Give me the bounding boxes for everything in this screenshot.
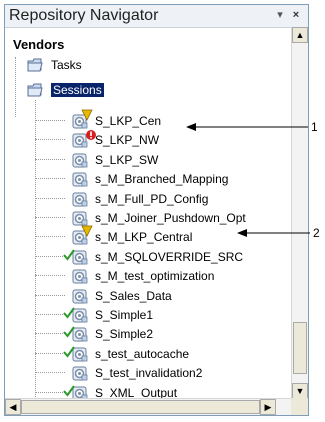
warning-icon <box>81 109 93 121</box>
scroll-up-button[interactable]: ▲ <box>292 27 308 43</box>
panel-close-icon[interactable]: × <box>290 9 302 21</box>
tree-root-vendors[interactable]: Vendors <box>13 37 64 52</box>
tree-connector-dots <box>35 391 65 393</box>
tree-connector-dots <box>35 139 65 141</box>
horizontal-scrollbar[interactable]: ◀ ▶ <box>5 398 292 415</box>
session-label: S_LKP_NW <box>95 133 160 148</box>
session-label: s_M_Full_PD_Config <box>95 191 209 206</box>
tree-connector-dots <box>35 120 65 121</box>
session-label: s_M_Branched_Mapping <box>95 172 229 187</box>
tree-connector-dots <box>35 275 65 277</box>
panel-title: Repository Navigator <box>9 7 159 24</box>
panel-menu-dropdown-icon[interactable]: ▾ <box>274 9 286 21</box>
folder-label-sessions: Sessions <box>51 83 104 97</box>
scroll-down-button[interactable]: ▼ <box>292 383 308 399</box>
tree-connector-dots <box>35 352 65 354</box>
valid-check-icon <box>63 307 75 319</box>
scrollbar-corner <box>291 398 308 415</box>
repository-navigator-panel: Repository Navigator ▾ × Vendors Tasks S… <box>4 4 309 416</box>
session-icon <box>72 192 88 207</box>
sessions-connector <box>35 100 36 399</box>
valid-check-icon <box>63 385 75 397</box>
session-icon <box>72 153 88 168</box>
session-label: s_M_Joiner_Pushdown_Opt <box>95 211 246 225</box>
session-label: S_XML_Output <box>95 385 178 399</box>
session-label: S_Simple1 <box>95 308 154 322</box>
panel-titlebar: Repository Navigator ▾ × <box>5 5 308 28</box>
folder-icon <box>27 58 43 72</box>
scroll-right-button[interactable]: ▶ <box>260 399 276 415</box>
tree-connector <box>15 57 16 117</box>
session-icon <box>72 366 88 381</box>
valid-check-icon <box>63 346 75 358</box>
session-label: s_M_SQLOVERRIDE_SRC <box>95 249 244 264</box>
callout-1-label: 1 <box>311 120 318 134</box>
tree-connector-dots <box>35 236 65 238</box>
session-icon <box>72 289 88 304</box>
session-label: s_test_autocache <box>95 346 190 361</box>
scroll-left-button[interactable]: ◀ <box>5 399 21 415</box>
session-label: S_test_invalidation2 <box>95 366 203 381</box>
folder-open-icon <box>27 83 43 97</box>
tree-connector-dots <box>35 333 65 335</box>
valid-check-icon <box>63 326 75 338</box>
repository-tree: Vendors Tasks Sessions S_LKP_Cen S_LKP_NW… <box>5 27 292 399</box>
tree-connector-dots <box>35 178 65 180</box>
session-label: s_M_test_optimization <box>95 269 215 284</box>
session-label: s_M_LKP_Central <box>95 230 193 245</box>
session-label: S_LKP_SW <box>95 152 159 167</box>
tree-connector-dots <box>35 314 65 315</box>
tree-connector-dots <box>35 372 65 374</box>
session-label: S_Simple2 <box>95 327 154 342</box>
vertical-scrollbar[interactable]: ▲ ▼ <box>291 27 308 399</box>
tree-connector-dots <box>35 158 65 160</box>
session-icon <box>72 172 88 187</box>
tree-connector-dots <box>35 294 65 296</box>
session-icon <box>72 269 88 284</box>
session-label: S_LKP_Cen <box>95 114 162 128</box>
tree-connector-dots <box>35 255 65 257</box>
session-label: S_Sales_Data <box>95 288 172 303</box>
valid-check-icon <box>63 249 75 261</box>
vertical-scroll-thumb[interactable] <box>293 322 307 374</box>
tree-connector-dots <box>35 217 65 218</box>
session-icon <box>72 211 88 226</box>
warning-icon <box>81 225 93 238</box>
horizontal-scroll-thumb[interactable] <box>21 400 260 414</box>
folder-label-tasks: Tasks <box>51 58 82 72</box>
tree-connector-dots <box>35 197 65 199</box>
callout-2-label: 2 <box>313 226 320 240</box>
